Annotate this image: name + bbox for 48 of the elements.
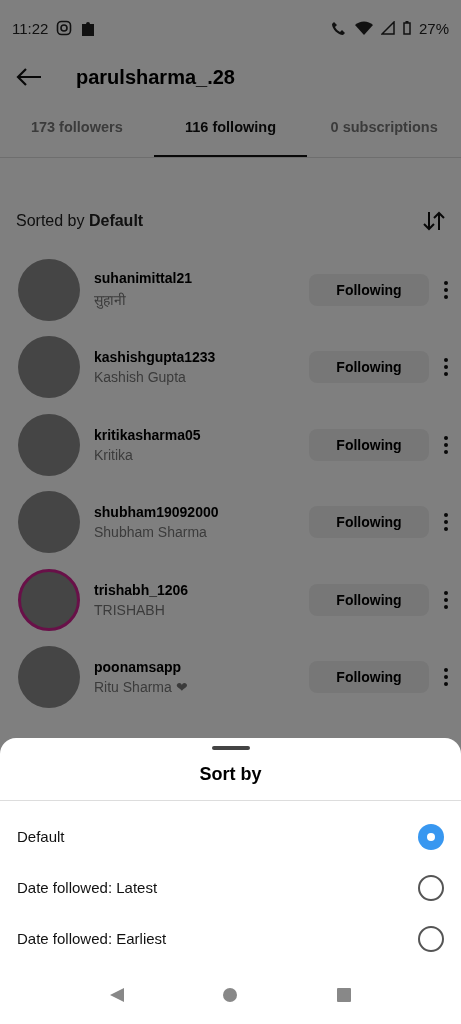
account-name: TRISHABH: [94, 601, 166, 618]
following-button[interactable]: Following: [309, 428, 429, 461]
sort-option[interactable]: Date followed: Earliest: [17, 930, 167, 947]
signal-icon: [380, 21, 395, 35]
following-button[interactable]: Following: [309, 273, 429, 306]
status-time: 11:22: [12, 19, 49, 37]
sort-option[interactable]: Default: [17, 828, 65, 845]
tab[interactable]: 116 following: [153, 98, 308, 157]
account-username: kritikasharma05: [94, 426, 202, 443]
account-username: trishabh_1206: [94, 581, 190, 598]
sort-label: Sorted by Default: [16, 212, 144, 230]
drag-handle[interactable]: [211, 746, 250, 750]
home-icon[interactable]: [222, 987, 239, 1003]
sort-icon[interactable]: [423, 211, 445, 231]
radio-button[interactable]: [418, 874, 444, 901]
account-username: suhanimittal21: [94, 270, 194, 287]
radio-button[interactable]: [418, 925, 444, 952]
more-options-icon[interactable]: [443, 512, 449, 533]
account-name: Kritika: [94, 446, 134, 463]
account-username: shubham19092000: [94, 504, 220, 521]
tab[interactable]: 173 followers: [0, 98, 154, 157]
following-button[interactable]: Following: [309, 506, 429, 539]
more-options-icon[interactable]: [443, 279, 449, 300]
more-options-icon[interactable]: [443, 357, 449, 378]
account-name: Ritu Sharma ❤: [94, 679, 189, 696]
account-username: poonamsapp: [94, 659, 183, 676]
radio-button[interactable]: [418, 823, 444, 850]
camera-app-icon: [56, 20, 73, 36]
sort-option[interactable]: Date followed: Latest: [17, 879, 158, 896]
following-button[interactable]: Following: [309, 351, 429, 384]
battery-level: 27%: [418, 19, 449, 37]
battery-icon: [402, 21, 411, 35]
wifi-icon: [354, 21, 373, 35]
following-button[interactable]: Following: [309, 661, 429, 694]
back-arrow-icon[interactable]: [16, 67, 42, 87]
more-options-icon[interactable]: [443, 589, 449, 610]
recents-icon[interactable]: [336, 987, 353, 1003]
more-options-icon[interactable]: [443, 434, 449, 455]
account-name: Shubham Sharma: [94, 524, 208, 541]
back-icon[interactable]: [108, 987, 125, 1003]
account-name: सुहानी: [94, 291, 127, 310]
sheet-title: Sort by: [0, 750, 461, 801]
profile-username: parulsharma_.28: [76, 65, 235, 89]
account-username: kashishgupta1233: [94, 349, 217, 366]
more-options-icon[interactable]: [443, 667, 449, 688]
following-button[interactable]: Following: [309, 583, 429, 616]
tab[interactable]: 0 subscriptions: [307, 98, 461, 157]
account-name: Kashish Gupta: [94, 369, 187, 386]
